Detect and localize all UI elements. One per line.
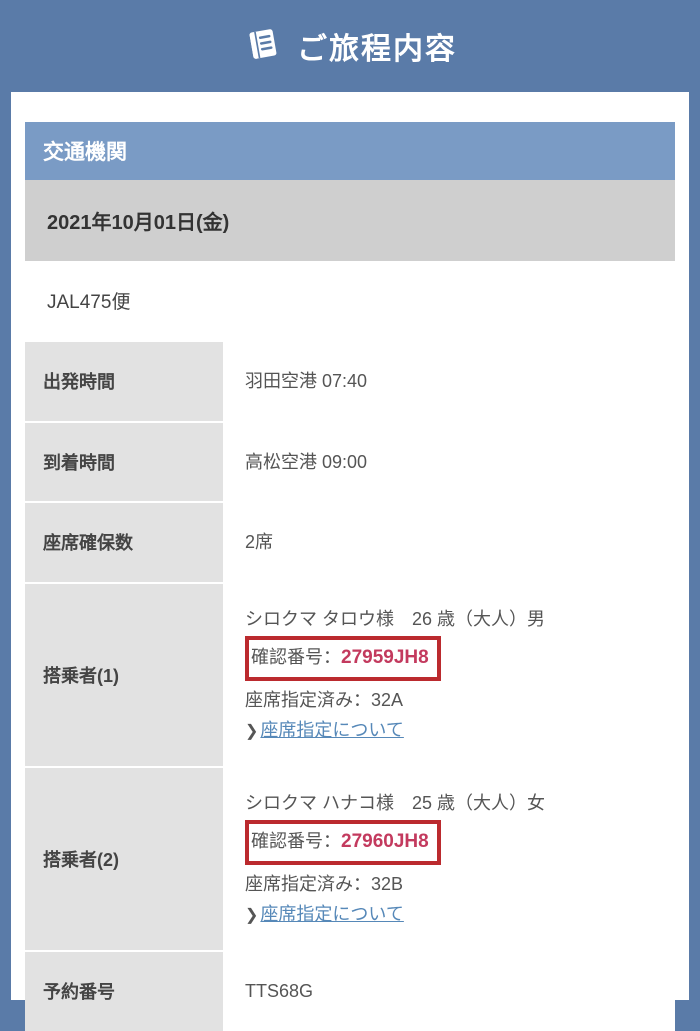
page-header: ご旅程内容 <box>0 0 700 92</box>
flight-number: JAL475便 <box>25 261 675 340</box>
pax1-name: シロクマ タロウ様 26 歳（大人）男 <box>245 604 655 635</box>
label-booking: 予約番号 <box>25 952 225 1031</box>
value-arrival: 高松空港 09:00 <box>225 423 675 502</box>
pax1-seat-link[interactable]: 座席指定について <box>260 720 403 740</box>
pax2-name: シロクマ ハナコ様 25 歳（大人）女 <box>245 788 655 819</box>
row-booking: 予約番号 TTS68G <box>25 950 675 1031</box>
pax1-confirm-box: 確認番号：27959JH8 <box>245 636 441 680</box>
pax2-confirm-number: 27960JH8 <box>341 831 429 852</box>
label-arrival: 到着時間 <box>25 423 225 502</box>
chevron-right-icon: ❯ <box>245 723 258 740</box>
row-seats: 座席確保数 2席 <box>25 501 675 582</box>
row-passenger-2: 搭乗者(2) シロクマ ハナコ様 25 歳（大人）女 確認番号：27960JH8… <box>25 766 675 950</box>
page-title: ご旅程内容 <box>297 24 457 68</box>
row-passenger-1: 搭乗者(1) シロクマ タロウ様 26 歳（大人）男 確認番号：27959JH8… <box>25 582 675 766</box>
value-booking: TTS68G <box>225 952 675 1031</box>
pax1-seat-link-row: ❯座席指定について <box>245 715 655 746</box>
label-passenger-1: 搭乗者(1) <box>25 584 225 766</box>
chevron-right-icon: ❯ <box>245 907 258 924</box>
label-seats: 座席確保数 <box>25 503 225 582</box>
value-passenger-1: シロクマ タロウ様 26 歳（大人）男 確認番号：27959JH8 座席指定済み… <box>225 584 675 766</box>
pax2-seat-link[interactable]: 座席指定について <box>260 904 403 924</box>
book-icon <box>243 24 283 69</box>
label-passenger-2: 搭乗者(2) <box>25 768 225 950</box>
pax2-confirm-label: 確認番号： <box>251 831 341 851</box>
value-seats: 2席 <box>225 503 675 582</box>
pax1-confirm-number: 27959JH8 <box>341 647 429 668</box>
pax2-seat-link-row: ❯座席指定について <box>245 899 655 930</box>
travel-date: 2021年10月01日(金) <box>25 180 675 261</box>
label-departure: 出発時間 <box>25 342 225 421</box>
pax2-confirm-box: 確認番号：27960JH8 <box>245 820 441 864</box>
value-departure: 羽田空港 07:40 <box>225 342 675 421</box>
value-passenger-2: シロクマ ハナコ様 25 歳（大人）女 確認番号：27960JH8 座席指定済み… <box>225 768 675 950</box>
pax1-seat: 座席指定済み：32A <box>245 685 655 716</box>
itinerary-card: 交通機関 2021年10月01日(金) JAL475便 出発時間 羽田空港 07… <box>11 92 689 1000</box>
pax2-seat: 座席指定済み：32B <box>245 869 655 900</box>
row-departure: 出発時間 羽田空港 07:40 <box>25 340 675 421</box>
pax1-confirm-label: 確認番号： <box>251 647 341 667</box>
row-arrival: 到着時間 高松空港 09:00 <box>25 421 675 502</box>
section-transport-header: 交通機関 <box>25 122 675 180</box>
